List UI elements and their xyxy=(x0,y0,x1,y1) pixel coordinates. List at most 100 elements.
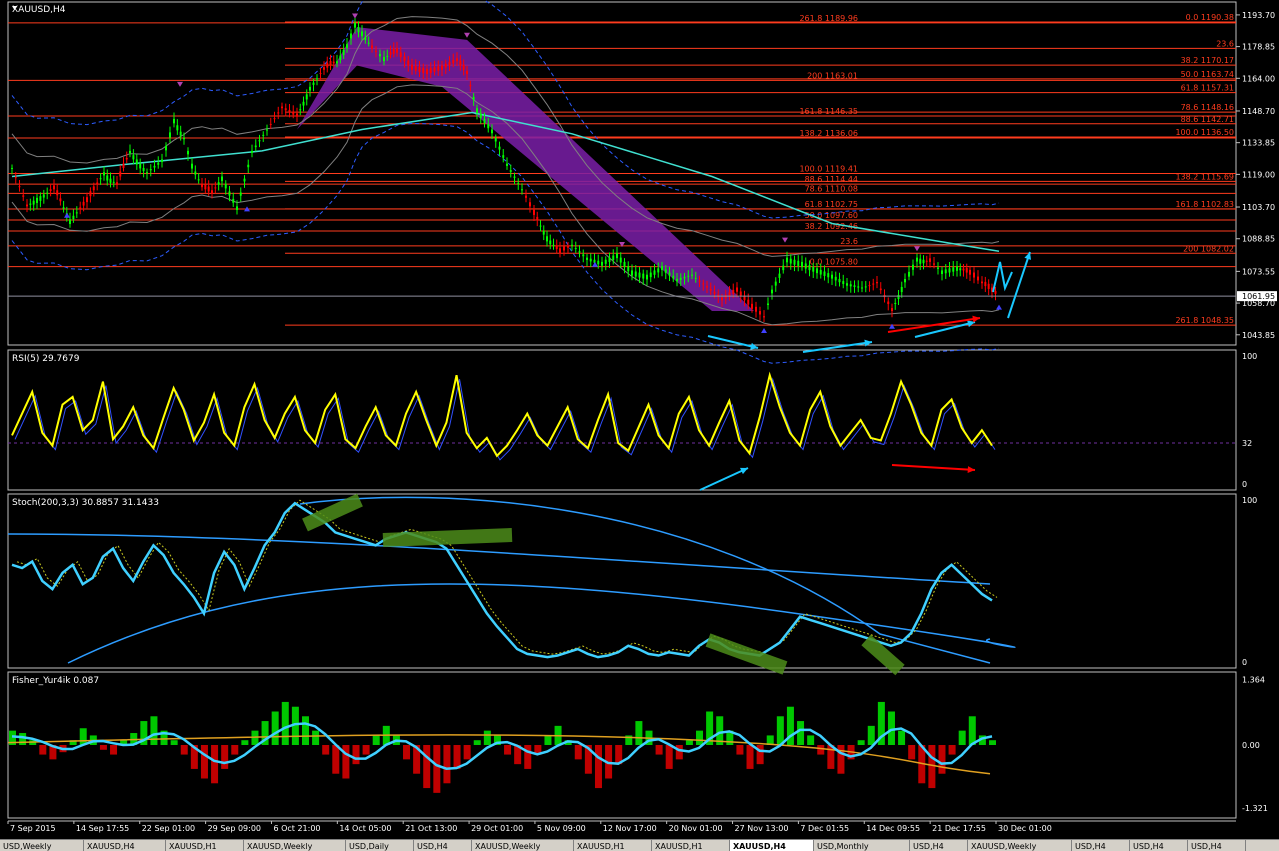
x-tick-label: 14 Oct 05:00 xyxy=(339,824,391,833)
chart-tab[interactable]: USD,H4 xyxy=(1072,840,1130,851)
chart-tab[interactable]: XAUUSD,H1 xyxy=(574,840,652,851)
candle-body xyxy=(444,63,447,68)
chart-tab[interactable]: USD,Weekly xyxy=(0,840,84,851)
candle-body xyxy=(194,171,197,175)
candle-body xyxy=(973,272,975,278)
fib-label-right: 23.6 xyxy=(1216,39,1234,48)
candle-body xyxy=(99,178,102,180)
candle-body xyxy=(392,48,395,54)
candle-body xyxy=(448,61,451,66)
candle-body xyxy=(354,22,356,28)
chart-tab[interactable]: XAUUSD,Weekly xyxy=(968,840,1072,851)
candle-body xyxy=(456,58,458,62)
candle-body xyxy=(173,118,175,124)
candle-body xyxy=(22,195,25,197)
fisher-histogram-bar xyxy=(180,745,188,755)
candle-body xyxy=(981,281,983,284)
candle-body xyxy=(386,55,389,57)
candle-body xyxy=(900,286,903,293)
candle-body xyxy=(683,276,686,279)
candle-body xyxy=(494,138,497,142)
chart-tab[interactable]: USD,Monthly xyxy=(814,840,910,851)
fisher-histogram-bar xyxy=(807,735,815,745)
candle-body xyxy=(228,191,231,196)
candle-body xyxy=(823,271,826,276)
candle-body xyxy=(819,269,822,275)
fisher-histogram-bar xyxy=(301,716,309,745)
chart-tab[interactable]: XAUUSD,Weekly xyxy=(472,840,574,851)
chart-tab[interactable]: USD,H4 xyxy=(1130,840,1188,851)
x-tick-label: 29 Oct 01:00 xyxy=(471,824,523,833)
fisher-histogram-bar xyxy=(685,740,693,745)
chart-tab[interactable]: USD,H4 xyxy=(414,840,472,851)
candle-body xyxy=(96,182,99,185)
candle-body xyxy=(827,273,830,278)
candle-body xyxy=(221,176,223,182)
candle-body xyxy=(653,270,656,275)
candle-body xyxy=(32,200,35,205)
x-tick-label: 6 Oct 21:00 xyxy=(273,824,320,833)
candle-body xyxy=(239,192,242,196)
candle-body xyxy=(29,203,32,205)
fisher-histogram-bar xyxy=(110,745,118,755)
rsi-pane-title: RSI(5) 29.7679 xyxy=(12,354,80,364)
fisher-histogram-bar xyxy=(908,745,916,760)
candle-body xyxy=(191,163,193,169)
candle-body xyxy=(619,257,622,263)
fisher-histogram-bar xyxy=(473,740,481,745)
chart-tab[interactable]: USD,Daily xyxy=(346,840,414,851)
chart-root: XAUUSD,H4 1193.70 1178.85 1164.00 1148.70 113… xyxy=(7,0,1277,833)
candle-body xyxy=(638,272,641,278)
candle-body xyxy=(601,261,603,266)
candle-body xyxy=(941,270,943,275)
chart-tab[interactable]: XAUUSD,H4 xyxy=(730,840,814,851)
candle-body xyxy=(834,276,837,281)
candle-body xyxy=(266,129,268,131)
candle-body xyxy=(165,145,167,151)
fisher-histogram-bar xyxy=(898,730,906,745)
candle-body xyxy=(919,258,922,264)
fib-label-left: 23.6 xyxy=(840,237,858,246)
candle-body xyxy=(72,215,75,220)
candle-body xyxy=(679,277,682,280)
candle-body xyxy=(396,48,398,53)
candle-body xyxy=(517,182,520,184)
candle-body xyxy=(672,275,675,279)
chart-tab[interactable]: USD,H4 xyxy=(910,840,968,851)
chart-tab[interactable]: XAUUSD,Weekly xyxy=(244,840,346,851)
candle-body xyxy=(608,257,611,262)
fib-label-right: 88.6 1142.71 xyxy=(1181,115,1234,124)
stoch-highlight-band xyxy=(382,528,513,547)
candle-body xyxy=(139,163,142,169)
candle-body xyxy=(469,85,472,87)
fisher-histogram-bar xyxy=(281,701,289,745)
fisher-pane-y-tick-label: 0.00 xyxy=(1242,741,1260,750)
x-tick-label: 5 Nov 09:00 xyxy=(537,824,586,833)
chart-tab[interactable]: XAUUSD,H1 xyxy=(652,840,730,851)
candle-body xyxy=(549,240,552,245)
rsi-pane-y-tick-label: 0 xyxy=(1242,480,1247,489)
fib-label-right: 138.2 1115.69 xyxy=(1175,172,1234,181)
candle-body xyxy=(357,27,360,33)
candle-body xyxy=(922,259,925,264)
candle-body xyxy=(586,257,588,260)
fisher-histogram-bar xyxy=(989,740,996,745)
candle-body xyxy=(513,176,516,178)
candle-body xyxy=(39,196,42,201)
candle-body xyxy=(36,197,38,203)
candle-body xyxy=(872,283,875,285)
candle-body xyxy=(521,189,523,191)
candle-body xyxy=(808,265,811,271)
candle-body xyxy=(668,272,671,276)
candle-body xyxy=(350,33,352,39)
x-tick-label: 12 Nov 17:00 xyxy=(603,824,657,833)
candle-body xyxy=(296,113,298,117)
chart-tab[interactable]: XAUUSD,H4 xyxy=(84,840,166,851)
candle-body xyxy=(346,44,348,49)
candle-body xyxy=(142,167,145,172)
x-tick-label: 30 Dec 01:00 xyxy=(998,824,1052,833)
fisher-histogram-bar xyxy=(736,745,744,755)
chart-tab[interactable]: XAUUSD,H1 xyxy=(166,840,244,851)
chart-tab[interactable]: USD,H4 xyxy=(1188,840,1246,851)
candle-body xyxy=(616,253,618,259)
